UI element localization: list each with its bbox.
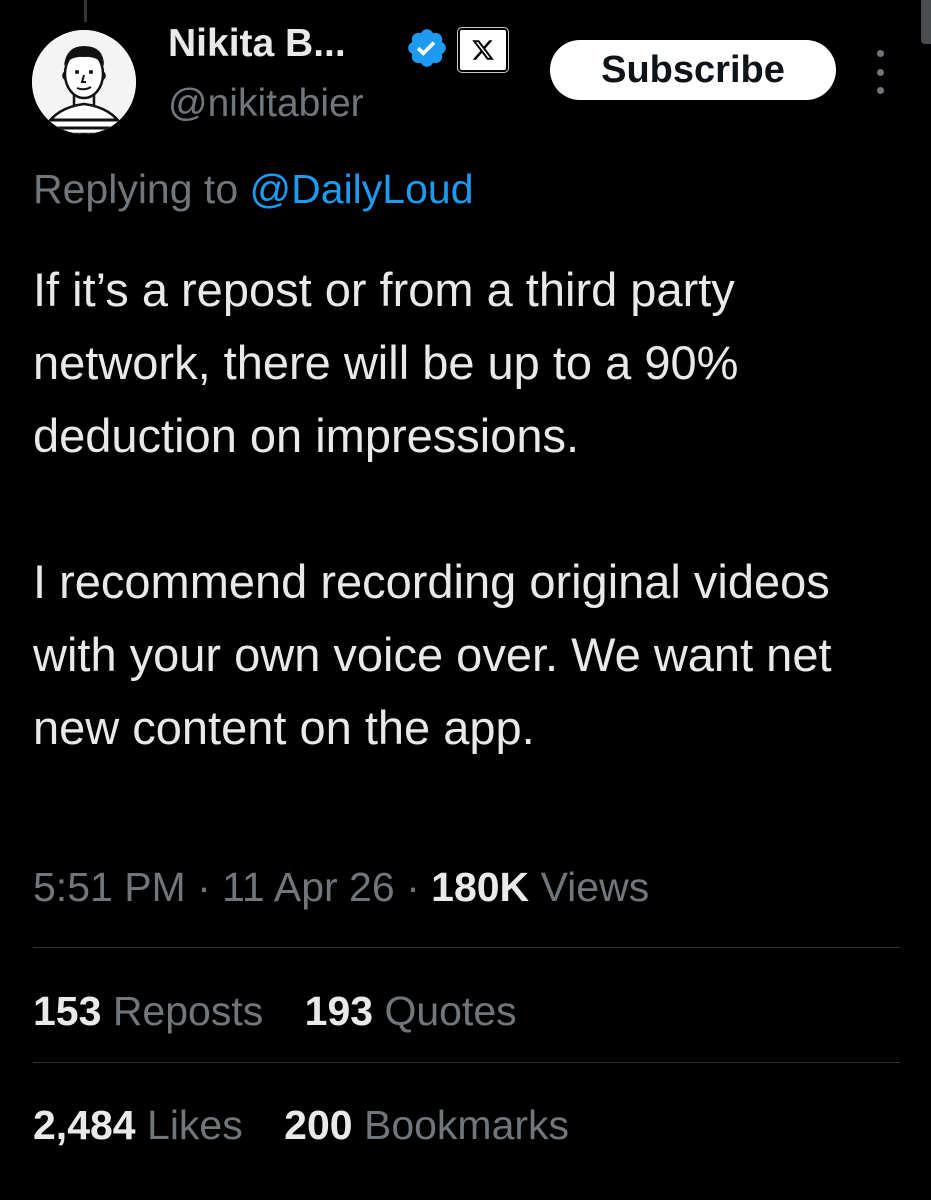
likes-count: 2,484	[33, 1102, 136, 1148]
more-options-icon[interactable]	[870, 50, 890, 94]
quotes-label: Quotes	[384, 988, 517, 1034]
tweet-paragraph: I recommend recording original videos wi…	[33, 555, 832, 754]
tweet-paragraph: If it’s a repost or from a third party n…	[33, 263, 739, 462]
scrollbar-thumb[interactable]	[921, 0, 931, 44]
tweet-time[interactable]: 5:51 PM	[33, 864, 186, 910]
replying-to-label: Replying to	[33, 166, 239, 212]
divider	[33, 947, 900, 948]
engagement-stats-row: 2,484 Likes 200 Bookmarks	[33, 1102, 599, 1149]
tweet-date[interactable]: 11 Apr 26	[222, 864, 395, 910]
author-display-name[interactable]: Nikita B...	[168, 22, 346, 66]
views-count: 180K	[431, 864, 530, 910]
bookmarks-stat[interactable]: 200 Bookmarks	[284, 1102, 569, 1148]
verified-badge-icon[interactable]	[405, 26, 449, 70]
divider	[33, 1062, 900, 1063]
reposts-count: 153	[33, 988, 102, 1034]
engagement-stats-row: 153 Reposts 193 Quotes	[33, 988, 547, 1035]
subscribe-button[interactable]: Subscribe	[550, 40, 836, 100]
quotes-count: 193	[304, 988, 374, 1034]
likes-stat[interactable]: 2,484 Likes	[33, 1102, 243, 1148]
meta-separator: ·	[197, 864, 211, 910]
replying-to-line: Replying to @DailyLoud	[33, 166, 474, 213]
x-logo-icon[interactable]	[458, 28, 508, 72]
meta-separator: ·	[406, 864, 420, 910]
quotes-stat[interactable]: 193 Quotes	[305, 988, 517, 1034]
reply-mention-link[interactable]: @DailyLoud	[250, 166, 474, 212]
thread-connector-line	[84, 0, 87, 22]
author-handle[interactable]: @nikitabier	[168, 82, 364, 126]
x-logo-glyph-icon	[472, 40, 494, 60]
avatar[interactable]	[32, 30, 136, 134]
views-label: Views	[540, 864, 650, 910]
bookmarks-count: 200	[284, 1102, 353, 1148]
avatar-portrait-icon	[32, 30, 136, 134]
reposts-label: Reposts	[112, 988, 264, 1034]
tweet-metadata: 5:51 PM · 11 Apr 26 · 180K Views	[33, 864, 649, 911]
reposts-stat[interactable]: 153 Reposts	[33, 988, 263, 1034]
tweet-text: If it’s a repost or from a third party n…	[33, 253, 913, 764]
likes-label: Likes	[147, 1102, 243, 1148]
bookmarks-label: Bookmarks	[363, 1102, 570, 1148]
